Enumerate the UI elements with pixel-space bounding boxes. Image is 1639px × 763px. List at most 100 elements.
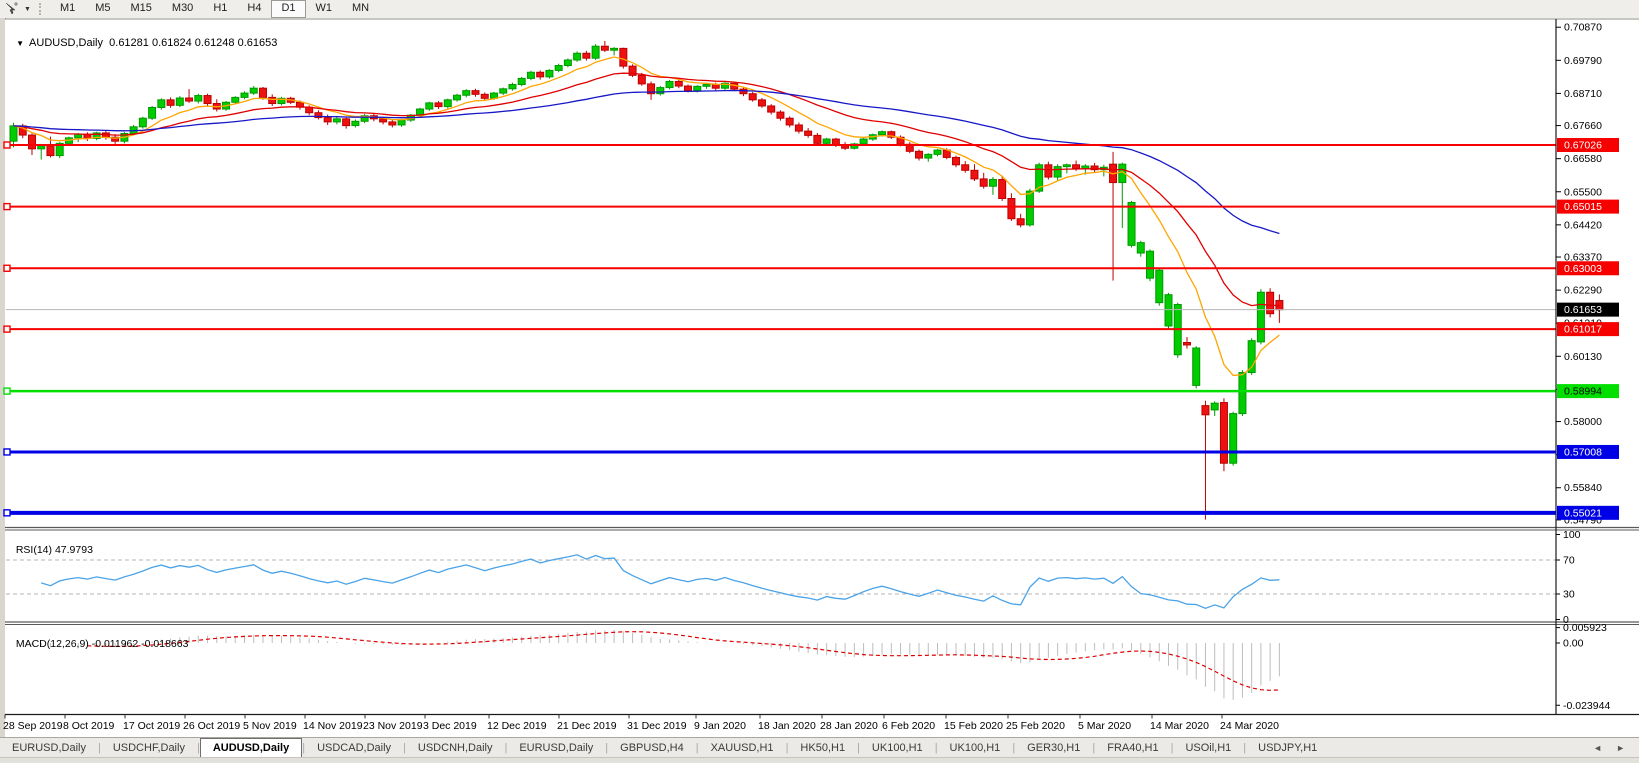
macd-indicator-label: MACD(12,26,9) -0.011962 -0.018663 — [10, 626, 188, 650]
timeframe-button-m30[interactable]: M30 — [162, 0, 203, 18]
chart-tab-ger30-h1[interactable]: GER30,H1 — [1015, 738, 1092, 758]
timeframe-button-d1[interactable]: D1 — [271, 0, 305, 18]
candle-body — [823, 139, 830, 143]
chart-tab-fra40-h1[interactable]: FRA40,H1 — [1095, 738, 1170, 758]
date-axis-label: 17 Oct 2019 — [123, 720, 180, 732]
candle-body — [1230, 414, 1237, 464]
timeframe-button-m5[interactable]: M5 — [85, 0, 120, 18]
bottom-status-strip — [0, 757, 1639, 763]
chart-tab-uk100-h1[interactable]: UK100,H1 — [860, 738, 935, 758]
date-axis-label: 5 Mar 2020 — [1078, 720, 1131, 732]
timeframe-button-h4[interactable]: H4 — [237, 0, 271, 18]
candle-body — [204, 96, 211, 104]
date-axis-label: 14 Mar 2020 — [1150, 720, 1209, 732]
candle-body — [232, 97, 239, 102]
date-axis-label: 6 Feb 2020 — [882, 720, 935, 732]
candle-body — [343, 119, 350, 126]
candle-body — [1257, 292, 1264, 342]
price-axis-label: 0.60130 — [1564, 351, 1602, 363]
candle-body — [814, 135, 821, 143]
collapse-caret-icon[interactable]: ▼ — [16, 39, 24, 48]
timeframe-buttons: M1M5M15M30H1H4D1W1MN — [50, 0, 379, 18]
candle-body — [583, 53, 590, 58]
chart-tab-usdchf-daily[interactable]: USDCHF,Daily — [101, 738, 197, 758]
resistance-0.61017-anchor[interactable] — [4, 326, 10, 332]
candle-body — [666, 81, 673, 87]
tab-scroll-left-icon[interactable]: ◄ — [1593, 743, 1602, 753]
timeframe-button-h1[interactable]: H1 — [203, 0, 237, 18]
chart-tab-usdcad-daily[interactable]: USDCAD,Daily — [305, 738, 403, 758]
candle-body — [925, 154, 932, 158]
chevron-down-icon[interactable]: ▼ — [24, 6, 31, 13]
chart-tab-hk50-h1[interactable]: HK50,H1 — [788, 738, 857, 758]
candle-body — [601, 46, 608, 50]
chart-tab-usdcnh-daily[interactable]: USDCNH,Daily — [406, 738, 505, 758]
price-axis-label: 0.70870 — [1564, 22, 1602, 34]
candle-body — [758, 100, 765, 106]
date-axis-label: 12 Dec 2019 — [487, 720, 547, 732]
candle-body — [712, 85, 719, 89]
chart-tab-audusd-daily[interactable]: AUDUSD,Daily — [200, 738, 302, 758]
candle-body — [1147, 251, 1154, 278]
candle-body — [638, 75, 645, 84]
chart-tool-button[interactable]: ▼ — [0, 0, 35, 18]
main-chart-svg[interactable]: 0.708700.697900.687100.676600.665800.655… — [0, 18, 1639, 737]
candle-body — [1193, 348, 1200, 385]
date-axis-label: 3 Dec 2019 — [423, 720, 477, 732]
candle-body — [435, 103, 442, 107]
price-badge-label: 0.63003 — [1564, 263, 1602, 275]
support-0.58994-anchor[interactable] — [4, 388, 10, 394]
candle-body — [241, 93, 248, 97]
chart-tab-gbpusd-h4[interactable]: GBPUSD,H4 — [608, 738, 696, 758]
candle-body — [1211, 403, 1218, 410]
date-axis-label: 15 Feb 2020 — [944, 720, 1003, 732]
candle-body — [463, 91, 470, 96]
toolbar-separator — [39, 3, 46, 15]
chart-tab-eurusd-daily[interactable]: EURUSD,Daily — [0, 738, 98, 758]
candle-body — [186, 98, 193, 101]
candle-body — [916, 151, 923, 158]
candle-body — [546, 70, 553, 76]
price-badge-label: 0.58994 — [1564, 386, 1602, 398]
candle-body — [47, 146, 54, 156]
candle-body — [537, 72, 544, 77]
chart-tab-usdjpy-h1[interactable]: USDJPY,H1 — [1246, 738, 1329, 758]
candle-body — [786, 118, 793, 125]
rsi-axis-label: 100 — [1563, 529, 1581, 541]
resistance-0.67026-anchor[interactable] — [4, 142, 10, 148]
chart-tab-uk100-h1[interactable]: UK100,H1 — [938, 738, 1013, 758]
timeframe-button-w1[interactable]: W1 — [306, 0, 343, 18]
candle-body — [250, 88, 257, 93]
candle-body — [500, 89, 507, 93]
chart-tab-eurusd-daily[interactable]: EURUSD,Daily — [507, 738, 605, 758]
tab-scroll-right-icon[interactable]: ► — [1616, 743, 1625, 753]
candle-body — [1183, 343, 1190, 345]
timeframe-button-m15[interactable]: M15 — [121, 0, 162, 18]
candle-body — [1045, 165, 1052, 177]
support-0.57008-anchor[interactable] — [4, 449, 10, 455]
macd-axis-label: 0.005923 — [1563, 622, 1607, 634]
candle-body — [620, 48, 627, 66]
price-axis-label: 0.55840 — [1564, 482, 1602, 494]
date-axis-label: 31 Dec 2019 — [627, 720, 687, 732]
candle-body — [980, 179, 987, 186]
price-badge-label: 0.65015 — [1564, 201, 1602, 213]
candle-body — [1202, 406, 1209, 415]
candle-body — [1165, 295, 1172, 326]
candle-body — [1128, 202, 1135, 245]
timeframe-button-m1[interactable]: M1 — [50, 0, 85, 18]
candle-body — [518, 78, 525, 84]
candle-body — [167, 100, 174, 106]
chart-tab-xauusd-h1[interactable]: XAUUSD,H1 — [699, 738, 786, 758]
timeframe-button-mn[interactable]: MN — [342, 0, 379, 18]
candle-body — [398, 120, 405, 125]
candle-body — [38, 146, 45, 149]
candle-body — [999, 180, 1006, 199]
candle-body — [1156, 270, 1163, 302]
chart-tab-usoil-h1[interactable]: USOil,H1 — [1173, 738, 1243, 758]
resistance-0.65015-anchor[interactable] — [4, 204, 10, 210]
resistance-0.63003-anchor[interactable] — [4, 265, 10, 271]
candle-body — [971, 170, 978, 179]
candle-body — [195, 96, 202, 102]
support-0.55021-anchor[interactable] — [4, 510, 10, 516]
